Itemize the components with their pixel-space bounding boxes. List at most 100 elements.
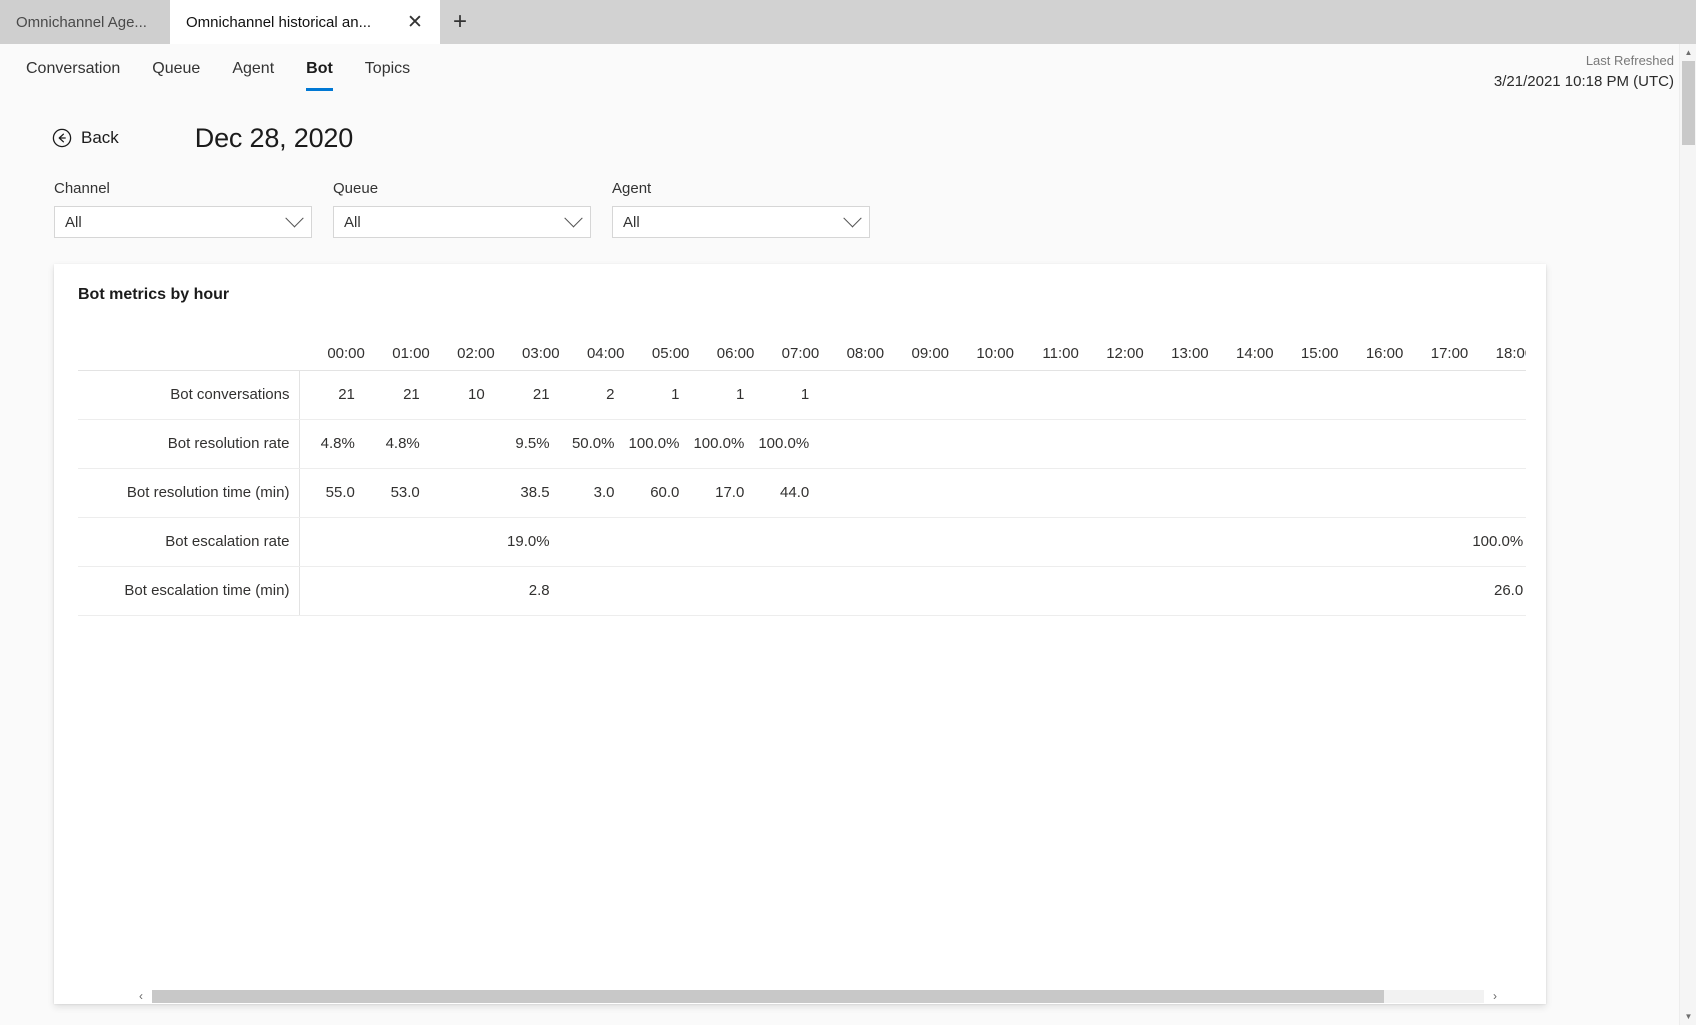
table-cell	[1338, 517, 1404, 567]
column-header-hour: 09:00	[911, 344, 950, 362]
table-row: Bot escalation rate 19.0% 100.0%	[78, 517, 1526, 567]
tab-label: Bot	[306, 60, 333, 77]
table-cell	[1208, 517, 1274, 567]
queue-dropdown[interactable]: All	[333, 206, 591, 238]
table-row: Bot resolution rate 4.8% 4.8% 9.5% 50.0% 100.…	[78, 419, 1526, 469]
column-header-hour: 14:00	[1236, 344, 1274, 362]
table-cell	[819, 517, 885, 567]
bot-metrics-card: Bot metrics by hour 00:00 01:00 02:00 03:00…	[54, 264, 1546, 1004]
column-header-hour: 15:00	[1300, 344, 1339, 362]
table-cell	[949, 419, 1014, 469]
table-cell	[1273, 566, 1339, 616]
last-refreshed: Last Refreshed 3/21/2021 10:18 PM (UTC)	[1494, 52, 1674, 93]
scroll-down-arrow-icon[interactable]: ▼	[1680, 1008, 1696, 1025]
agent-dropdown[interactable]: All	[612, 206, 870, 238]
table-cell	[1273, 468, 1339, 518]
table-cell	[1468, 369, 1526, 420]
table-cell: 38.5	[494, 468, 560, 518]
row-header-label: Bot conversations	[78, 369, 301, 420]
vertical-scrollbar[interactable]: ▲ ▼	[1679, 44, 1696, 1025]
horizontal-scroll-track[interactable]	[152, 989, 1484, 1003]
column-header-hour: 05:00	[651, 344, 690, 362]
table-head: 00:00 01:00 02:00 03:00 04:00 05:00 06:00 07:00…	[78, 326, 1526, 370]
table-cell	[1013, 566, 1079, 616]
table-cell: 100.0%	[689, 419, 755, 469]
browser-tab-inactive[interactable]: Omnichannel Age...	[0, 0, 170, 44]
table-cell: 21	[494, 369, 560, 420]
table-cell: 100.0%	[754, 419, 820, 469]
browser-tab-strip: Omnichannel Age... Omnichannel historica…	[0, 0, 1696, 44]
scroll-up-arrow-icon[interactable]: ▲	[1680, 44, 1696, 61]
table-cell	[1338, 369, 1404, 420]
table-cell	[819, 566, 885, 616]
table-cell: 4.8%	[299, 419, 365, 469]
table-cell: 26.0	[1468, 566, 1526, 616]
table-cell	[949, 468, 1014, 518]
table-cell	[754, 566, 820, 616]
table-cell: 60.0	[624, 468, 690, 518]
tab-bot[interactable]: Bot	[306, 53, 333, 91]
tab-conversation[interactable]: Conversation	[26, 53, 120, 87]
table-cell	[1143, 468, 1209, 518]
table-cell	[1403, 566, 1469, 616]
agent-dropdown-value: All	[623, 213, 640, 231]
table-cell	[819, 369, 885, 420]
table-cell: 10	[429, 369, 495, 420]
table-header-row: 00:00 01:00 02:00 03:00 04:00 05:00 06:00 07:00…	[78, 326, 1526, 370]
horizontal-scrollbar[interactable]: ‹ ›	[134, 988, 1502, 1004]
queue-dropdown-value: All	[344, 213, 361, 231]
table-cell: 100.0%	[624, 419, 690, 469]
filter-channel-label: Channel	[54, 180, 110, 197]
scroll-left-arrow-icon[interactable]: ‹	[134, 989, 148, 1003]
table-cell: 9.5%	[494, 419, 560, 469]
table-row: Bot escalation time (min) 2.8 26.0	[78, 566, 1526, 616]
close-icon[interactable]: ✕	[406, 13, 424, 32]
table-cell	[429, 419, 495, 469]
table-cell	[559, 517, 625, 567]
tab-queue[interactable]: Queue	[152, 53, 200, 87]
table-scroll-region: 00:00 01:00 02:00 03:00 04:00 05:00 06:00 07:00…	[78, 326, 1526, 616]
table-cell: 1	[624, 369, 690, 420]
table-cell: 50.0%	[559, 419, 625, 469]
row-header-label: Bot resolution rate	[78, 419, 301, 469]
table-cell	[689, 566, 755, 616]
horizontal-scroll-thumb[interactable]	[152, 989, 1385, 1003]
tab-label: Queue	[152, 60, 201, 77]
tab-agent[interactable]: Agent	[232, 53, 274, 87]
table-cell	[884, 517, 950, 567]
channel-dropdown[interactable]: All	[54, 206, 312, 238]
card-title: Bot metrics by hour	[78, 286, 230, 303]
table-cell	[1208, 566, 1274, 616]
column-header-hour: 07:00	[781, 344, 820, 362]
chevron-down-icon	[843, 208, 862, 227]
table-cell: 53.0	[364, 468, 430, 518]
browser-tab-active[interactable]: Omnichannel historical an... ✕	[170, 0, 440, 44]
row-header-label: Bot resolution time (min)	[78, 468, 301, 518]
table-cell	[1078, 468, 1144, 518]
table-cell	[1403, 517, 1469, 567]
table-cell: 19.0%	[494, 517, 560, 567]
tab-label: Agent	[232, 60, 275, 77]
plus-icon[interactable]: +	[440, 0, 480, 44]
primary-nav: Conversation Queue Agent Bot Topics Last…	[0, 44, 1696, 96]
table-cell	[429, 517, 495, 567]
last-refreshed-label: Last Refreshed	[1585, 53, 1674, 68]
table-cell: 4.8%	[364, 419, 430, 469]
scroll-right-arrow-icon[interactable]: ›	[1488, 989, 1502, 1003]
table-cell	[1013, 369, 1079, 420]
app-container: Conversation Queue Agent Bot Topics Last…	[0, 44, 1696, 1025]
table-cell	[299, 566, 365, 616]
table-cell	[949, 566, 1014, 616]
chevron-down-icon	[285, 208, 304, 227]
column-header-hour: 04:00	[586, 344, 625, 362]
row-header-column	[78, 326, 300, 370]
table-cell	[1468, 419, 1526, 469]
back-button[interactable]: Back	[52, 128, 119, 148]
table-cell	[1208, 419, 1274, 469]
table-cell	[1338, 468, 1404, 518]
tab-topics[interactable]: Topics	[365, 53, 410, 87]
vertical-scroll-thumb[interactable]	[1682, 61, 1695, 145]
channel-dropdown-value: All	[65, 213, 82, 231]
arrow-left-circle-icon	[52, 128, 72, 148]
filter-agent-label: Agent	[612, 180, 652, 197]
